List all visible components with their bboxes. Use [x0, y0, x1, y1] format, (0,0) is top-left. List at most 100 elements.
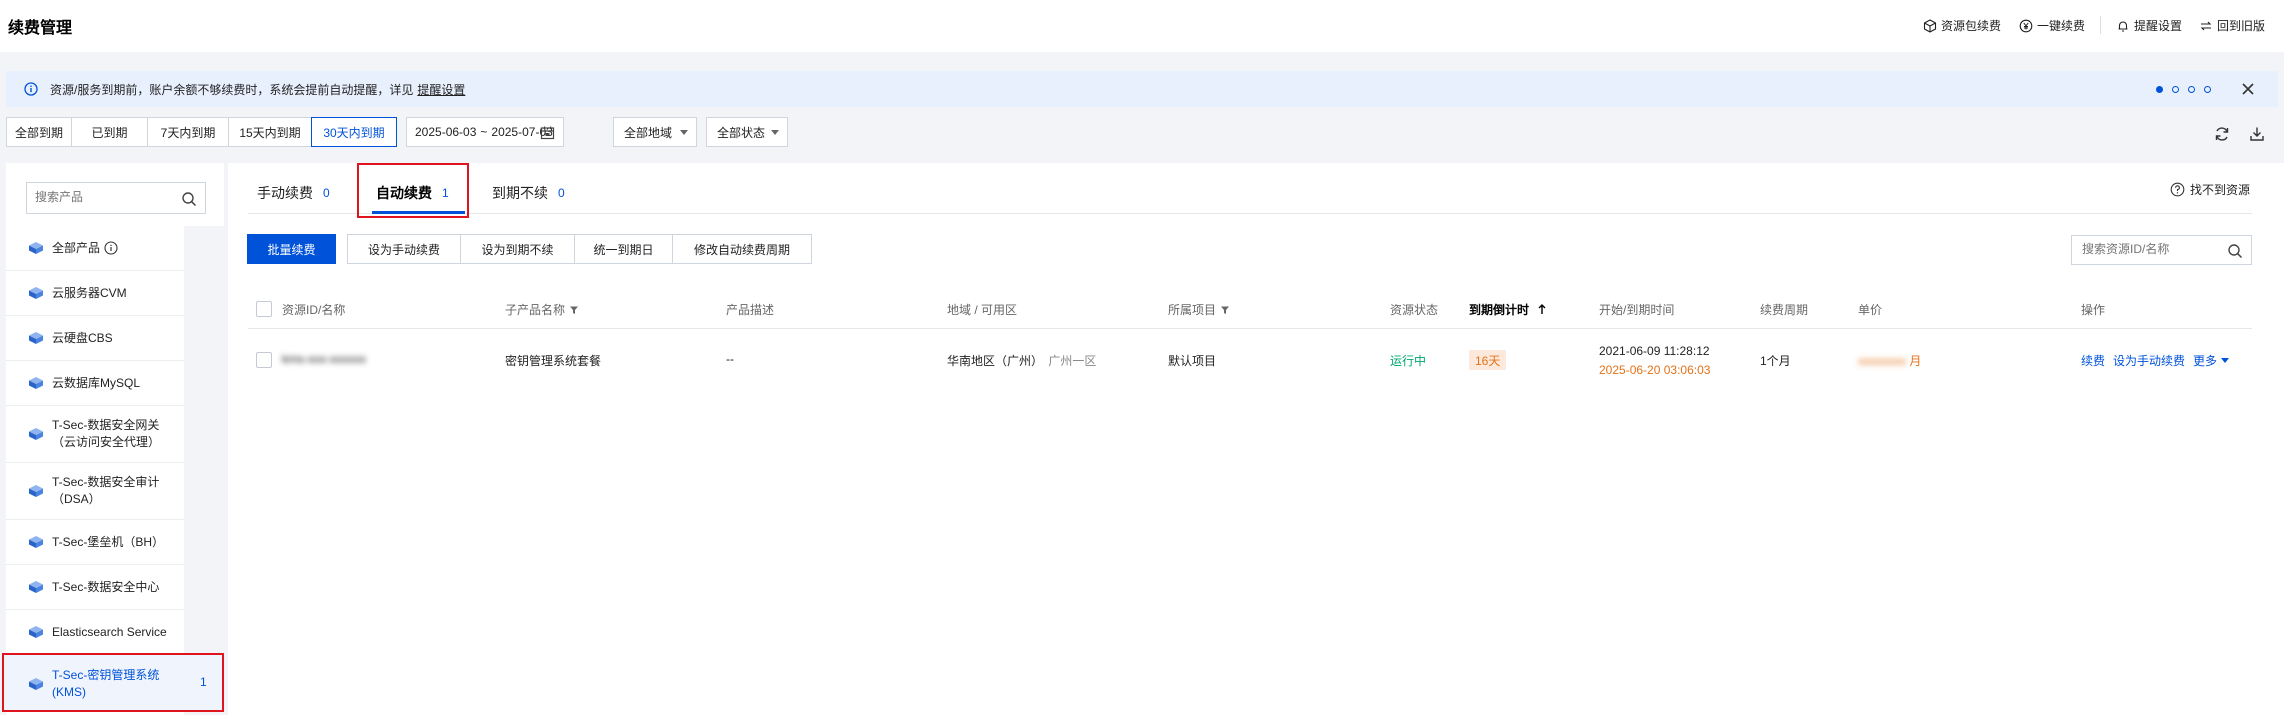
resource-search-box[interactable]	[2071, 235, 2252, 265]
reminder-settings-link[interactable]: 提醒设置	[2116, 17, 2182, 34]
sidebar-item-cbs[interactable]: 云硬盘CBS	[6, 316, 184, 361]
select-all-checkbox[interactable]	[256, 301, 272, 317]
search-icon[interactable]	[2227, 243, 2243, 259]
sidebar-item-bastion-host[interactable]: T-Sec-堡垒机（BH）	[6, 520, 184, 565]
column-header-period: 续费周期	[1760, 301, 1808, 318]
banner-reminder-link[interactable]: 提醒设置	[417, 81, 465, 98]
page-title: 续费管理	[8, 20, 73, 37]
filter-expired[interactable]: 已到期	[71, 117, 148, 147]
sidebar-item-mysql[interactable]: 云数据库MySQL	[6, 361, 184, 406]
filter-15-days[interactable]: 15天内到期	[228, 117, 312, 147]
region-cell: 华南地区（广州） 广州一区	[947, 352, 1096, 369]
tab-no-renew[interactable]: 到期不续 0	[492, 183, 565, 203]
tab-count: 0	[323, 186, 330, 200]
box-icon	[1923, 18, 1937, 33]
column-header-time: 开始/到期时间	[1599, 301, 1674, 318]
tab-manual-renew[interactable]: 手动续费 0	[257, 183, 330, 203]
filter-all-expiry[interactable]: 全部到期	[6, 117, 72, 147]
cube-icon	[29, 377, 43, 389]
resource-search-input[interactable]	[2082, 236, 2222, 262]
set-no-renew-button[interactable]: 设为到期不续	[460, 234, 575, 264]
sidebar-item-dsa[interactable]: T-Sec-数据安全审计 （DSA）	[6, 463, 184, 520]
sidebar-item-label: Elasticsearch Service	[52, 624, 167, 639]
region-name: 华南地区（广州）	[947, 354, 1044, 368]
batch-renew-button[interactable]: 批量续费	[247, 234, 336, 264]
notice-banner: 资源/服务到期前，账户余额不够续费时，系统会提前自动提醒，详见 提醒设置	[6, 71, 2278, 107]
column-header-resource-id: 资源ID/名称	[282, 301, 345, 318]
modify-renew-period-button[interactable]: 修改自动续费周期	[672, 234, 812, 264]
carousel-dot-3[interactable]	[2188, 86, 2195, 93]
resource-id-cell[interactable]: kms-xxx-xxxxxx	[282, 352, 366, 366]
tab-label: 到期不续	[492, 185, 548, 201]
sort-up-icon[interactable]	[1537, 304, 1547, 315]
help-icon	[2170, 182, 2185, 197]
status-dropdown[interactable]: 全部状态	[706, 117, 788, 147]
refresh-icon[interactable]	[2213, 125, 2231, 143]
row-checkbox[interactable]	[256, 352, 272, 368]
more-dropdown[interactable]: 更多	[2193, 352, 2230, 369]
sidebar-item-elasticsearch[interactable]: Elasticsearch Service	[6, 610, 184, 655]
chevron-down-icon	[771, 130, 779, 135]
carousel-dot-4[interactable]	[2204, 86, 2211, 93]
resource-not-found-link[interactable]: 找不到资源	[2170, 181, 2250, 198]
column-label: 子产品名称	[505, 303, 566, 317]
bell-icon	[2118, 20, 2128, 32]
set-manual-renew-link[interactable]: 设为手动续费	[2113, 352, 2185, 369]
column-label: 到期倒计时	[1469, 303, 1530, 317]
cube-icon	[29, 626, 43, 638]
column-label: 操作	[2081, 303, 2106, 317]
product-search-box[interactable]	[26, 182, 206, 214]
tab-label: 手动续费	[257, 185, 313, 201]
column-label: 产品描述	[726, 303, 775, 317]
one-click-renew-link[interactable]: 一键续费	[2019, 17, 2085, 34]
start-time-cell: 2021-06-09 11:28:12	[1599, 344, 1710, 358]
download-icon[interactable]	[2248, 125, 2266, 143]
sidebar-item-sublabel: （云访问安全代理）	[52, 435, 161, 449]
filter-icon[interactable]	[569, 305, 579, 315]
region-dropdown[interactable]: 全部地域	[613, 117, 697, 147]
price-cell: xxxxxxxx 月	[1858, 352, 1921, 369]
date-range-picker[interactable]: 2025-06-03 ~ 2025-07-03	[406, 117, 564, 147]
carousel-dot-2[interactable]	[2172, 86, 2179, 93]
set-manual-renew-button[interactable]: 设为手动续费	[347, 234, 461, 264]
column-label: 资源ID/名称	[282, 303, 346, 317]
more-label: 更多	[2193, 354, 2218, 368]
cube-icon	[29, 581, 43, 593]
filter-30-days[interactable]: 30天内到期	[311, 117, 397, 147]
highlight-box	[2, 653, 224, 712]
column-header-project[interactable]: 所属项目	[1168, 301, 1230, 318]
sidebar-item-cvm[interactable]: 云服务器CVM	[6, 271, 184, 316]
back-to-old-version-label: 回到旧版	[2217, 19, 2266, 33]
zone-name: 广州一区	[1048, 354, 1097, 368]
column-header-operations: 操作	[2081, 301, 2105, 318]
column-label: 续费周期	[1760, 303, 1809, 317]
filter-7-days[interactable]: 7天内到期	[147, 117, 229, 147]
search-icon[interactable]	[181, 191, 197, 207]
carousel-dot-1[interactable]	[2156, 86, 2163, 93]
cube-icon	[29, 485, 43, 497]
back-to-old-version-link[interactable]: 回到旧版	[2199, 17, 2265, 34]
unify-expiry-button[interactable]: 统一到期日	[574, 234, 673, 264]
filter-icon[interactable]	[1220, 305, 1230, 315]
sidebar-item-data-security-gateway[interactable]: T-Sec-数据安全网关 （云访问安全代理）	[6, 406, 184, 463]
info-icon[interactable]	[104, 241, 118, 255]
cube-icon	[29, 242, 43, 254]
chevron-down-icon	[680, 130, 688, 135]
resource-not-found-label: 找不到资源	[2190, 183, 2251, 197]
renew-link[interactable]: 续费	[2081, 352, 2105, 369]
column-header-sub-product[interactable]: 子产品名称	[505, 301, 579, 318]
sidebar-item-label: 云硬盘CBS	[52, 330, 113, 345]
status-badge: 运行中	[1390, 354, 1427, 368]
close-icon[interactable]	[2238, 79, 2258, 99]
description-cell: --	[726, 352, 734, 366]
resource-pack-renew-link[interactable]: 资源包续费	[1923, 17, 2001, 34]
yen-circle-icon	[2019, 19, 2033, 32]
sidebar-item-label: T-Sec-堡垒机（BH）	[52, 534, 165, 549]
product-search-input[interactable]	[35, 183, 175, 211]
sidebar-item-data-security-center[interactable]: T-Sec-数据安全中心	[6, 565, 184, 610]
column-label: 所属项目	[1168, 303, 1217, 317]
cube-icon	[29, 287, 43, 299]
sidebar-item-all-products[interactable]: 全部产品	[6, 226, 184, 271]
column-header-status: 资源状态	[1390, 301, 1438, 318]
column-header-countdown[interactable]: 到期倒计时	[1469, 301, 1547, 318]
